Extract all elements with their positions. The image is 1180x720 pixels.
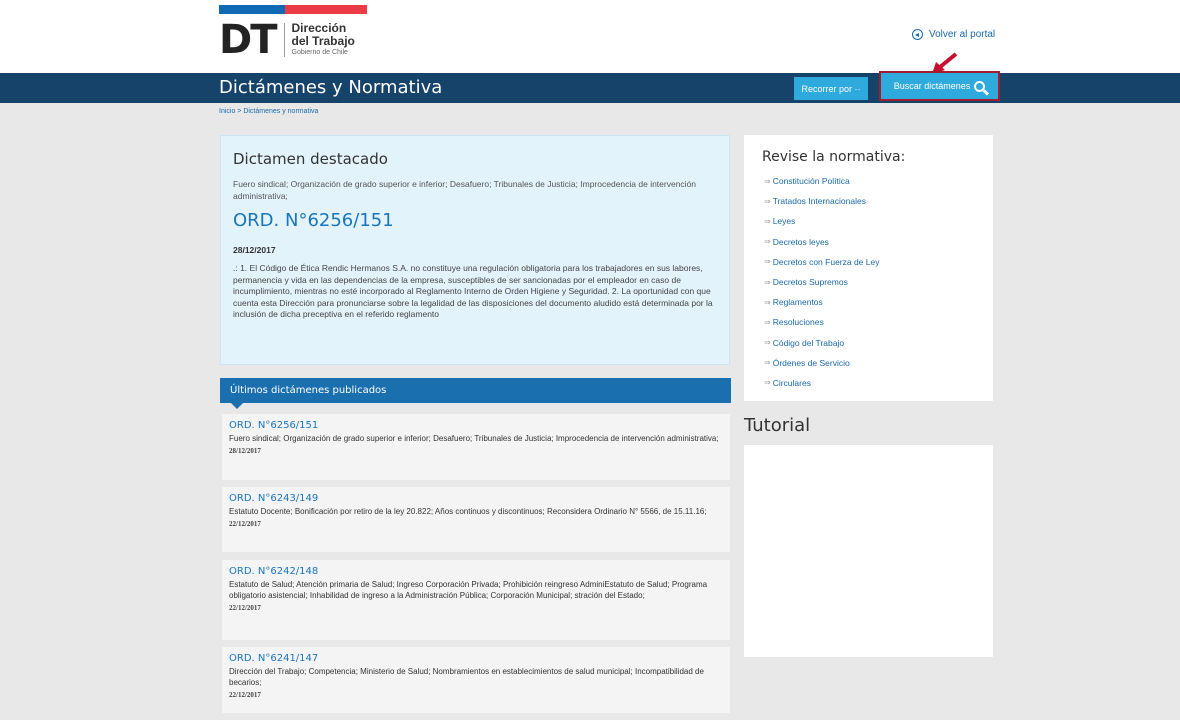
regulations-list: ⇒ Constitución Política ⇒ Tratados Interna…	[762, 171, 975, 393]
arrow-right-icon: ⇒	[764, 297, 771, 307]
regulations-heading: Revise la normativa:	[762, 149, 906, 165]
ruling-date: 22/12/2017	[229, 691, 261, 699]
page-title: Dictámenes y Normativa	[219, 77, 443, 98]
site-logo[interactable]: DT Dirección del Trabajo Gobierno de Chi…	[219, 5, 367, 60]
featured-heading: Dictamen destacado	[233, 150, 388, 168]
regulation-link[interactable]: ⇒ Código del Trabajo	[762, 333, 975, 353]
search-icon	[974, 80, 986, 92]
regulation-link[interactable]: ⇒ Resoluciones	[762, 312, 975, 332]
arrow-right-icon: ⇒	[764, 257, 771, 267]
header-pointer-icon	[231, 403, 243, 409]
list-item: ORD. N°6242/148 Estatuto de Salud; Atenc…	[222, 560, 730, 640]
ruling-title-link[interactable]: ORD. N°6242/148	[229, 566, 723, 577]
regulations-panel: Revise la normativa: ⇒ Constitución Polít…	[744, 135, 993, 401]
arrow-right-icon: ⇒	[764, 338, 771, 348]
search-rulings-button[interactable]: Buscar dictámenes	[881, 73, 998, 99]
featured-tags: Fuero sindical; Organización de grado su…	[233, 179, 697, 201]
arrow-right-icon: ⇒	[764, 237, 771, 247]
back-to-portal-link[interactable]: Volver al portal	[912, 29, 995, 40]
regulation-link[interactable]: ⇒ Decretos Supremos	[762, 272, 975, 292]
ruling-title-link[interactable]: ORD. N°6256/151	[229, 420, 723, 431]
regulation-link[interactable]: ⇒ Constitución Política	[762, 171, 975, 191]
tutorial-heading: Tutorial	[744, 415, 811, 436]
back-arrow-circle-icon	[912, 29, 923, 40]
main-navbar: Dictámenes y Normativa Recorrer por ·· B…	[0, 71, 1180, 103]
logo-mark: DT	[219, 17, 277, 63]
regulation-link[interactable]: ⇒ Decretos leyes	[762, 232, 975, 252]
ruling-description: Estatuto de Salud; Atención primaria de …	[229, 580, 708, 600]
arrow-right-icon: ⇒	[764, 317, 771, 327]
list-item: ORD. N°6241/147 Dirección del Trabajo; C…	[222, 647, 730, 713]
regulation-link[interactable]: ⇒ Leyes	[762, 211, 975, 231]
arrow-right-icon: ⇒	[764, 378, 771, 388]
ruling-description: Dirección del Trabajo; Competencia; Mini…	[229, 667, 704, 687]
featured-date: 28/12/2017	[233, 245, 276, 255]
ruling-date: 22/12/2017	[229, 520, 261, 528]
back-to-portal-label: Volver al portal	[929, 29, 996, 40]
browse-by-button[interactable]: Recorrer por ··	[794, 77, 868, 100]
arrow-right-icon: ⇒	[764, 176, 771, 186]
regulation-link[interactable]: ⇒ Decretos con Fuerza de Ley	[762, 252, 975, 272]
latest-rulings-header: Últimos dictámenes publicados	[220, 378, 731, 409]
ruling-date: 28/12/2017	[229, 447, 261, 455]
breadcrumb[interactable]: Inicio > Dictámenes y normativa	[219, 108, 318, 115]
regulation-link[interactable]: ⇒ Reglamentos	[762, 292, 975, 312]
ruling-description: Fuero sindical; Organización de grado su…	[229, 434, 719, 443]
arrow-right-icon: ⇒	[764, 216, 771, 226]
ruling-date: 22/12/2017	[229, 604, 261, 612]
search-button-highlight: Buscar dictámenes	[879, 71, 1000, 101]
list-item: ORD. N°6256/151 Fuero sindical; Organiza…	[222, 414, 730, 480]
featured-ord-link[interactable]: ORD. N°6256/151	[233, 210, 717, 231]
regulation-link[interactable]: ⇒ Circulares	[762, 373, 975, 393]
ruling-title-link[interactable]: ORD. N°6241/147	[229, 653, 723, 664]
regulation-link[interactable]: ⇒ Tratados Internacionales	[762, 191, 975, 211]
logo-divider	[283, 23, 285, 57]
arrow-right-icon: ⇒	[764, 277, 771, 287]
arrow-right-icon: ⇒	[764, 196, 771, 206]
featured-description: .: 1. El Código de Ética Rendic Hermanos…	[233, 263, 713, 319]
ruling-title-link[interactable]: ORD. N°6243/149	[229, 493, 723, 504]
search-rulings-label: Buscar dictámenes	[893, 81, 971, 91]
tutorial-video-area[interactable]	[744, 445, 993, 657]
featured-ruling-card: Dictamen destacado Fuero sindical; Organ…	[220, 135, 730, 365]
logo-line-3: Gobierno de Chile	[291, 49, 348, 56]
arrow-right-icon: ⇒	[764, 358, 771, 368]
latest-rulings-heading: Últimos dictámenes publicados	[230, 385, 387, 396]
site-header: DT Dirección del Trabajo Gobierno de Chi…	[0, 0, 1180, 74]
logo-flag-stripe	[219, 5, 367, 14]
ruling-description: Estatuto Docente; Bonificación por retir…	[229, 507, 707, 516]
logo-line-2: del Trabajo	[291, 34, 355, 48]
regulation-link[interactable]: ⇒ Órdenes de Servicio	[762, 353, 975, 373]
list-item: ORD. N°6243/149 Estatuto Docente; Bonifi…	[222, 487, 730, 552]
